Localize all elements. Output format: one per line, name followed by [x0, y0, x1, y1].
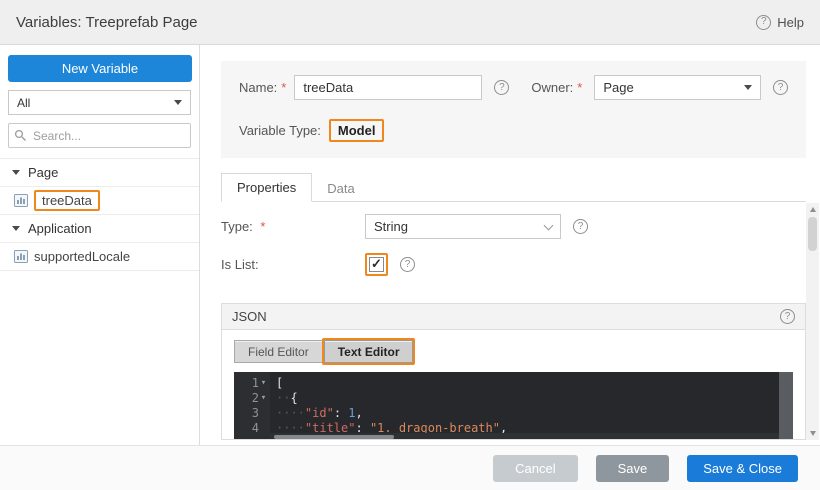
- is-list-checkbox[interactable]: [369, 257, 384, 272]
- required-marker: *: [577, 80, 582, 95]
- tree-group-page[interactable]: Page: [0, 159, 199, 187]
- type-label: Type: *: [221, 219, 365, 234]
- editor-horizontal-scrollbar[interactable]: [270, 433, 779, 440]
- editor-mode-toggle: Field Editor Text Editor: [222, 330, 805, 372]
- help-link[interactable]: Help: [756, 15, 804, 30]
- filter-value: All: [17, 96, 30, 110]
- variable-type-label: Variable Type:: [239, 123, 321, 138]
- code-lines: [··{····"id": 1,····"title": "1. dragon-…: [270, 372, 779, 440]
- variables-sidebar: New Variable All Page treeData: [0, 45, 200, 445]
- code-gutter: 1▾2▾34: [234, 372, 270, 440]
- name-owner-row: Name: * Owner: * Page: [239, 74, 788, 101]
- name-input[interactable]: [294, 75, 482, 100]
- json-section: JSON Field Editor Text Editor 1▾2▾34 [··…: [221, 303, 806, 440]
- scroll-up-icon[interactable]: [806, 203, 819, 216]
- tab-data[interactable]: Data: [312, 175, 369, 202]
- name-label: Name:: [239, 80, 277, 95]
- tree-item-treedata[interactable]: treeData: [0, 187, 199, 215]
- tree-item-label: treeData: [42, 193, 92, 208]
- type-value: String: [374, 219, 408, 234]
- collapse-caret-icon: [12, 170, 20, 175]
- variables-dialog: Variables: Treeprefab Page Help New Vari…: [0, 0, 820, 490]
- owner-value: Page: [603, 80, 633, 95]
- help-icon: [756, 15, 771, 30]
- chevron-down-icon: [744, 85, 752, 90]
- search-icon: [14, 129, 27, 147]
- variable-icon: [14, 250, 28, 263]
- search-input[interactable]: [8, 123, 191, 148]
- required-marker: *: [260, 219, 265, 234]
- text-editor-button[interactable]: Text Editor: [324, 340, 414, 363]
- variable-type-row: Variable Type: Model: [239, 117, 788, 144]
- is-list-annotation-highlight: [365, 253, 388, 276]
- tab-properties[interactable]: Properties: [221, 173, 312, 202]
- dialog-header: Variables: Treeprefab Page Help: [0, 0, 820, 45]
- field-editor-button[interactable]: Field Editor: [234, 340, 323, 363]
- tab-label: Properties: [237, 180, 296, 195]
- variable-filter-select[interactable]: All: [8, 90, 191, 115]
- type-help-icon[interactable]: [573, 219, 588, 234]
- json-title: JSON: [232, 309, 267, 324]
- required-marker: *: [281, 80, 286, 95]
- text-editor-annotation-highlight: Text Editor: [322, 338, 416, 365]
- save-button[interactable]: Save: [596, 455, 670, 482]
- new-variable-button[interactable]: New Variable: [8, 55, 192, 82]
- collapse-caret-icon: [12, 226, 20, 231]
- json-code-editor[interactable]: 1▾2▾34 [··{····"id": 1,····"title": "1. …: [234, 372, 793, 440]
- scrollbar-thumb[interactable]: [808, 217, 817, 251]
- treedata-annotation-highlight: treeData: [34, 190, 100, 211]
- tree-item-label: supportedLocale: [34, 249, 130, 264]
- scrollbar-thumb[interactable]: [274, 435, 394, 439]
- json-help-icon[interactable]: [780, 309, 795, 324]
- chevron-down-icon: [174, 100, 182, 105]
- cancel-button[interactable]: Cancel: [493, 455, 577, 482]
- variable-icon: [14, 194, 28, 207]
- save-close-button[interactable]: Save & Close: [687, 455, 798, 482]
- variable-form: Name: * Owner: * Page Variable Type: Mod…: [221, 61, 806, 158]
- tree-group-label: Page: [28, 165, 58, 180]
- json-section-header: JSON: [222, 304, 805, 330]
- content-scrollbar[interactable]: [806, 203, 819, 440]
- variable-tree: Page treeData Application supportedLocal…: [0, 158, 199, 271]
- tab-bar: Properties Data: [221, 173, 806, 202]
- variable-type-annotation-highlight: Model: [329, 119, 385, 142]
- is-list-help-icon[interactable]: [400, 257, 415, 272]
- variable-type-value: Model: [338, 123, 376, 138]
- scroll-down-icon[interactable]: [806, 427, 819, 440]
- tab-label: Data: [327, 181, 354, 196]
- editor-vertical-scrollbar[interactable]: [779, 372, 793, 440]
- variable-detail-panel: Name: * Owner: * Page Variable Type: Mod…: [201, 45, 820, 445]
- is-list-label: Is List:: [221, 257, 365, 272]
- chevron-down-icon: [544, 220, 554, 230]
- sidebar-search: [8, 123, 191, 148]
- tree-item-supportedlocale[interactable]: supportedLocale: [0, 243, 199, 271]
- owner-select[interactable]: Page: [594, 75, 761, 100]
- tree-group-application[interactable]: Application: [0, 215, 199, 243]
- page-title: Variables: Treeprefab Page: [16, 14, 198, 31]
- is-list-row: Is List:: [221, 251, 780, 278]
- name-help-icon[interactable]: [494, 80, 509, 95]
- help-label: Help: [777, 15, 804, 30]
- dialog-footer: Cancel Save Save & Close: [0, 445, 820, 490]
- type-row: Type: * String: [221, 213, 780, 240]
- owner-label: Owner:: [531, 80, 573, 95]
- type-select[interactable]: String: [365, 214, 561, 239]
- owner-help-icon[interactable]: [773, 80, 788, 95]
- tree-group-label: Application: [28, 221, 92, 236]
